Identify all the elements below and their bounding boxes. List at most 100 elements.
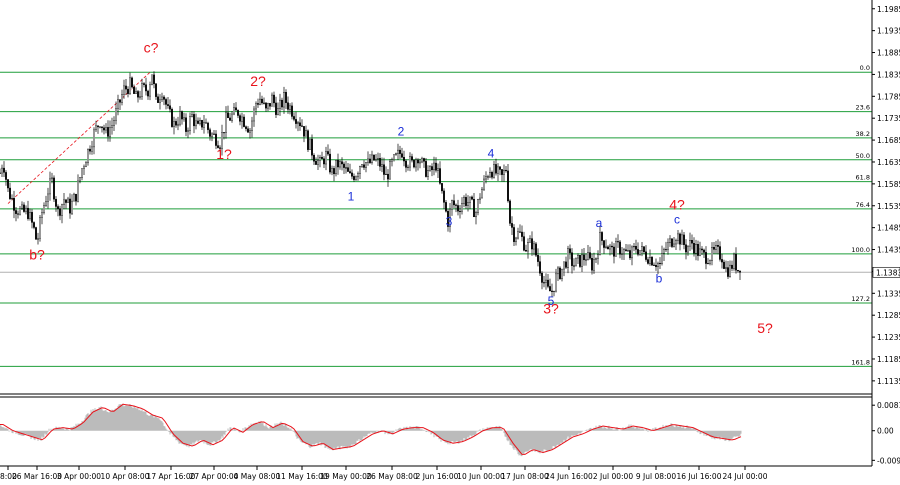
candle-body <box>139 96 141 98</box>
candle-body <box>93 129 95 148</box>
candle-body <box>469 196 471 203</box>
candle-body <box>161 96 163 101</box>
candle-body <box>425 161 427 177</box>
candle-body <box>403 157 405 162</box>
fib-level-label: 23.6 <box>856 104 870 112</box>
candle-body <box>337 159 339 168</box>
candle <box>39 215 41 242</box>
candle-body <box>607 246 609 250</box>
candle-body <box>317 160 319 165</box>
candle-body <box>31 212 33 223</box>
price-tick-label: 1.1985 <box>877 5 900 14</box>
candle-body <box>143 83 145 85</box>
candle-body <box>721 259 723 263</box>
candle-body <box>171 108 173 127</box>
wave-label-red: 4? <box>669 196 685 212</box>
time-tick-label: 4 May 08:00 <box>234 472 281 481</box>
candle-body <box>367 158 369 163</box>
candle-body <box>389 160 391 180</box>
candle-body <box>657 262 659 267</box>
candle-body <box>297 122 299 124</box>
candle-body <box>55 198 57 207</box>
candle-body <box>47 193 49 202</box>
candle-body <box>261 98 263 104</box>
candle-body <box>695 244 697 254</box>
candle-body <box>541 273 543 283</box>
candle-body <box>301 125 303 127</box>
candle-body <box>639 250 641 255</box>
candle-body <box>113 120 115 126</box>
candle-body <box>163 96 165 100</box>
candle-body <box>227 112 229 119</box>
candle <box>171 107 173 128</box>
candle-body <box>391 159 393 162</box>
candle-body <box>85 162 87 168</box>
price-tick-label: 1.1485 <box>877 224 900 233</box>
candle-body <box>701 248 703 251</box>
candle-body <box>111 125 113 128</box>
candle-body <box>737 269 739 272</box>
candle-body <box>155 83 157 97</box>
candle-body <box>281 99 283 108</box>
candle-body <box>197 120 199 124</box>
candle-body <box>381 164 383 167</box>
candle-body <box>363 164 365 168</box>
candle-body <box>103 127 105 131</box>
candle-body <box>517 231 519 239</box>
candle-body <box>519 231 521 233</box>
candle-body <box>89 148 91 152</box>
candle-body <box>243 116 245 127</box>
candle-body <box>345 167 347 169</box>
candle-body <box>279 99 281 109</box>
candle-body <box>501 169 503 175</box>
candle-body <box>651 257 653 266</box>
candle-body <box>659 262 661 264</box>
candle-body <box>165 99 167 105</box>
candle-body <box>229 117 231 121</box>
candle-body <box>593 259 595 271</box>
candle-body <box>237 110 239 116</box>
candle-body <box>697 244 699 256</box>
candle-body <box>351 172 353 177</box>
price-chart: 0.0 23.6 38.2 50.0 61.8 76.4 100.0 127.2 161.8 c… <box>0 0 900 485</box>
candle-body <box>485 176 487 180</box>
candle-body <box>419 161 421 164</box>
candle-body <box>275 102 277 115</box>
time-tick-label: 17 Jun 08:00 <box>501 472 549 481</box>
candle-body <box>249 130 251 133</box>
candle-body <box>595 257 597 260</box>
candle-body <box>49 178 51 195</box>
candle-body <box>99 126 101 128</box>
wave-label-blue: 5 <box>548 294 555 308</box>
wave-label-red: 2? <box>250 73 266 89</box>
candle-body <box>407 166 409 168</box>
candle-body <box>3 167 5 173</box>
candle-body <box>515 237 517 242</box>
candle-body <box>563 261 565 270</box>
candle-body <box>393 154 395 160</box>
price-tick-label: 1.1685 <box>877 136 900 145</box>
candle-body <box>483 178 485 190</box>
candle <box>671 238 673 248</box>
candle-body <box>283 92 285 108</box>
candle-body <box>137 91 139 98</box>
candle-body <box>67 198 69 203</box>
candle-body <box>475 212 477 218</box>
candle-body <box>409 156 411 168</box>
candle <box>579 255 581 268</box>
candle-body <box>253 108 255 122</box>
candle-body <box>251 120 253 131</box>
candle-body <box>231 113 233 121</box>
time-tick-label: 17 Apr 16:00 <box>147 472 196 481</box>
candle-body <box>69 198 71 214</box>
candle-body <box>661 253 663 264</box>
candle-body <box>655 265 657 267</box>
candle-body <box>385 173 387 175</box>
candle-body <box>413 159 415 168</box>
candle-body <box>117 99 119 109</box>
candle-body <box>119 99 121 103</box>
candle-body <box>455 204 457 206</box>
candle <box>335 159 337 177</box>
candle-body <box>547 279 549 287</box>
candle-body <box>79 177 81 182</box>
